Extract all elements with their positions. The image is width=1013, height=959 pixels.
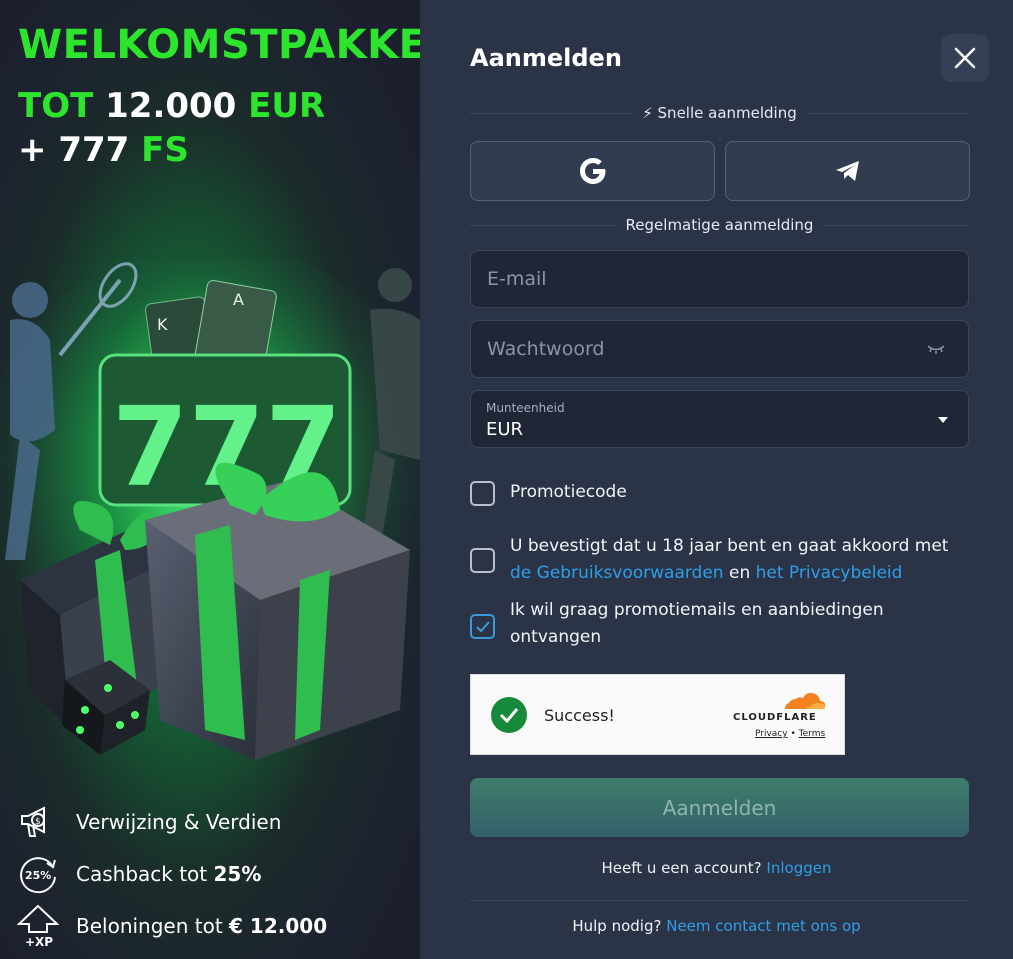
svg-text:A: A <box>233 290 244 309</box>
xp-arrow-icon: +XP <box>16 904 60 948</box>
captcha-status: Success! <box>544 706 615 725</box>
telegram-icon <box>835 161 859 181</box>
marketing-row: Ik wil graag promotiemails en aanbieding… <box>470 597 950 651</box>
success-check-icon <box>491 697 527 733</box>
footer-divider <box>470 900 969 901</box>
cloudflare-privacy-link[interactable]: Privacy <box>755 729 788 739</box>
promo-illustration: K A 777 <box>0 260 420 760</box>
terms-row: U bevestigt dat u 18 jaar bent en gaat a… <box>470 533 969 587</box>
eye-closed-icon[interactable] <box>926 343 946 355</box>
email-field-wrapper <box>470 250 969 308</box>
close-button[interactable] <box>941 34 989 82</box>
close-icon[interactable] <box>954 47 976 69</box>
svg-text:K: K <box>157 315 168 334</box>
promo-prefix: TOT <box>18 86 106 126</box>
telegram-signup-button[interactable] <box>725 141 970 201</box>
marketing-checkbox[interactable] <box>470 614 495 639</box>
perk-cashback: 25% Cashback tot 25% <box>16 848 416 900</box>
terms-and: en <box>723 563 756 583</box>
perk-rewards: +XP Beloningen tot € 12.000 <box>16 900 416 952</box>
cloudflare-logo-icon <box>785 692 825 709</box>
promo-freespins-label: FS <box>141 130 189 170</box>
perk-rewards-label: Beloningen tot € 12.000 <box>76 914 327 938</box>
promo-code-label: Promotiecode <box>510 482 627 502</box>
promo-freespins-line: + 777 FS <box>18 130 189 170</box>
login-link[interactable]: Inloggen <box>766 859 831 877</box>
cloudflare-separator: • <box>790 729 796 739</box>
xp-icon-text: +XP <box>25 935 53 948</box>
login-prompt: Heeft u een account? Inloggen <box>420 859 1013 877</box>
perk-rewards-text: Beloningen tot <box>76 914 230 938</box>
help-text: Hulp nodig? <box>572 917 662 935</box>
quick-signup-divider: ⚡ Snelle aanmelding <box>470 104 969 122</box>
promo-currency: EUR <box>236 86 326 126</box>
megaphone-dollar-icon: $ <box>16 800 60 844</box>
currency-label: Munteenheid <box>486 401 565 415</box>
regular-signup-divider: Regelmatige aanmelding <box>470 216 969 234</box>
promo-code-row: Promotiecode <box>470 481 627 506</box>
google-icon <box>579 158 605 184</box>
perk-cashback-text: Cashback tot <box>76 862 214 886</box>
promo-code-checkbox[interactable] <box>470 481 495 506</box>
cashback-icon-text: 25% <box>25 869 51 882</box>
email-field[interactable] <box>471 251 968 307</box>
currency-select[interactable]: Munteenheid EUR <box>470 390 969 448</box>
currency-value: EUR <box>486 419 524 440</box>
perk-referral: $ Verwijzing & Verdien <box>16 796 416 848</box>
terms-of-use-link[interactable]: de Gebruiksvoorwaarden <box>510 563 724 583</box>
privacy-policy-link[interactable]: het Privacybeleid <box>756 563 903 583</box>
terms-checkbox[interactable] <box>470 548 495 573</box>
quick-signup-label: ⚡ Snelle aanmelding <box>632 104 807 122</box>
help-prompt: Hulp nodig? Neem contact met ons op <box>420 917 1013 935</box>
cloudflare-brand: CLOUDFLARE <box>733 712 817 723</box>
cloudflare-captcha: Success! CLOUDFLARE Privacy • Terms <box>470 674 845 755</box>
promo-freespins-count: + 777 <box>18 130 142 170</box>
perks-list: $ Verwijzing & Verdien 25% Cashback tot … <box>16 796 416 952</box>
marketing-label: Ik wil graag promotiemails en aanbieding… <box>510 600 884 647</box>
terms-text-main: U bevestigt dat u 18 jaar bent en gaat a… <box>510 536 949 556</box>
perk-cashback-label: Cashback tot 25% <box>76 862 261 886</box>
perk-referral-label: Verwijzing & Verdien <box>76 810 282 834</box>
perk-cashback-value: 25% <box>213 862 262 886</box>
checkmark-icon <box>475 620 490 632</box>
password-field-wrapper <box>470 320 969 378</box>
cloudflare-terms-link[interactable]: Terms <box>799 729 826 739</box>
have-account-text: Heeft u een account? <box>601 859 762 877</box>
chevron-down-icon <box>938 417 948 423</box>
google-signup-button[interactable] <box>470 141 715 201</box>
signup-panel: Aanmelden ⚡ Snelle aanmelding Regelmatig… <box>420 0 1013 959</box>
svg-text:$: $ <box>35 817 41 827</box>
promo-amount: 12.000 <box>105 86 237 126</box>
page-title: Aanmelden <box>470 44 622 72</box>
perk-rewards-value: € 12.000 <box>229 914 328 938</box>
signup-submit-button[interactable]: Aanmelden <box>470 778 969 837</box>
cloudflare-links: Privacy • Terms <box>755 729 825 739</box>
regular-signup-label: Regelmatige aanmelding <box>615 216 824 234</box>
promo-title: WELKOMSTPAKKET <box>18 22 420 68</box>
terms-text: U bevestigt dat u 18 jaar bent en gaat a… <box>510 533 948 587</box>
promo-panel: WELKOMSTPAKKET TOT 12.000 EUR + 777 FS K… <box>0 0 420 959</box>
cashback-25-icon: 25% <box>16 852 60 896</box>
promo-amount-line: TOT 12.000 EUR <box>18 86 325 126</box>
contact-link[interactable]: Neem contact met ons op <box>666 917 860 935</box>
password-field[interactable] <box>471 321 968 377</box>
